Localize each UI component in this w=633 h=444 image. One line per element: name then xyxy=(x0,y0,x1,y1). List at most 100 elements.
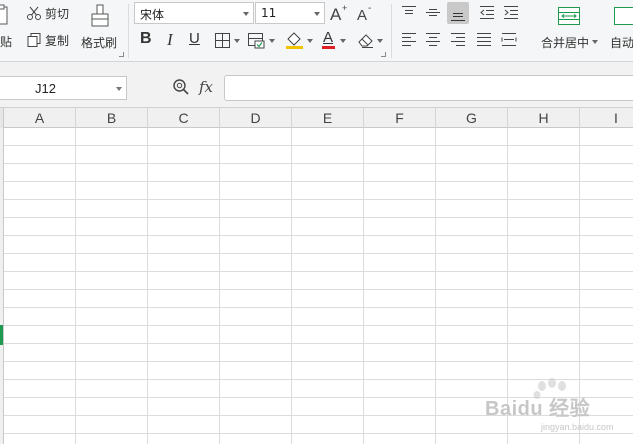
justify-icon xyxy=(477,33,491,46)
bold-glyph: B xyxy=(140,30,152,47)
font-color-button[interactable]: A xyxy=(320,29,348,50)
column-header-d[interactable]: D xyxy=(220,108,292,128)
clear-format-button[interactable] xyxy=(356,30,384,50)
name-box[interactable]: J12 xyxy=(0,76,127,100)
column-header-e[interactable]: E xyxy=(292,108,364,128)
column-gridline xyxy=(291,128,292,444)
increase-indent-button[interactable] xyxy=(501,2,521,22)
paint-bucket-icon xyxy=(286,32,303,49)
align-bottom-button[interactable] xyxy=(447,2,469,24)
chevron-down-icon xyxy=(269,39,275,43)
font-color-glyph: A xyxy=(323,29,334,46)
underline-glyph: U xyxy=(189,30,200,47)
scissors-icon xyxy=(27,6,41,20)
font-color-swatch xyxy=(322,46,335,49)
align-middle-icon xyxy=(426,9,440,16)
merge-center-label: 合并居中 xyxy=(541,36,590,50)
font-dialog-launcher[interactable] xyxy=(381,52,386,57)
merge-center-button[interactable]: 合并居中 xyxy=(538,2,600,56)
copy-button[interactable]: 复制 xyxy=(26,31,76,49)
font-size-value: 11 xyxy=(261,6,277,20)
eraser-icon xyxy=(358,34,373,48)
active-row-marker xyxy=(0,325,3,345)
column-header-row: A B C D E F G H I xyxy=(0,108,633,128)
column-header-a[interactable]: A xyxy=(4,108,76,128)
cut-label: 剪切 xyxy=(45,6,70,21)
column-header-c[interactable]: C xyxy=(148,108,220,128)
paste-label: 粘贴 xyxy=(0,35,13,49)
svg-text:A: A xyxy=(357,7,367,23)
align-left-icon xyxy=(402,33,416,46)
name-box-value: J12 xyxy=(35,81,56,96)
group-separator xyxy=(128,4,129,58)
indent-icon xyxy=(504,6,518,19)
paste-icon xyxy=(0,4,8,25)
paste-button[interactable]: 粘贴 xyxy=(0,2,16,58)
column-header-b[interactable]: B xyxy=(76,108,148,128)
font-name-value: 宋体 xyxy=(140,8,165,22)
zoom-search-icon[interactable] xyxy=(172,78,190,96)
chevron-down-icon xyxy=(307,39,313,43)
column-header-f[interactable]: F xyxy=(364,108,436,128)
cell-style-icon xyxy=(248,33,265,49)
watermark-text: Baidu 经验 xyxy=(485,398,591,420)
distributed-align-button[interactable] xyxy=(499,29,519,49)
column-gridline xyxy=(363,128,364,444)
align-right-button[interactable] xyxy=(448,29,468,49)
align-bottom-icon xyxy=(451,13,465,21)
chevron-down-icon xyxy=(592,40,598,44)
copy-label: 复制 xyxy=(45,33,70,48)
italic-button[interactable]: I xyxy=(161,30,181,50)
chevron-down-icon xyxy=(377,39,383,43)
fx-icon[interactable]: fx xyxy=(199,78,213,96)
group-separator xyxy=(391,4,392,58)
decrease-font-icon: A - xyxy=(357,3,371,24)
align-right-icon xyxy=(451,33,465,46)
column-gridline xyxy=(147,128,148,444)
format-painter-button[interactable]: 格式刷 xyxy=(80,2,120,54)
font-size-dropdown[interactable]: 11 xyxy=(255,2,325,24)
watermark-subtext: jingyan.baidu.com xyxy=(541,422,614,432)
merge-cells-icon xyxy=(558,7,580,25)
align-center-button[interactable] xyxy=(423,29,443,49)
cell-format-button[interactable] xyxy=(246,30,276,50)
column-header-g[interactable]: G xyxy=(436,108,508,128)
bold-button[interactable]: B xyxy=(136,30,156,50)
increase-font-size-button[interactable]: A + xyxy=(329,3,349,24)
justify-button[interactable] xyxy=(474,29,494,49)
wrap-text-icon xyxy=(614,7,633,25)
align-middle-button[interactable] xyxy=(423,2,443,22)
svg-text:A: A xyxy=(330,5,342,23)
copy-icon xyxy=(27,33,41,47)
svg-text:-: - xyxy=(368,3,371,14)
align-top-icon xyxy=(402,6,416,14)
align-left-button[interactable] xyxy=(399,29,419,49)
decrease-indent-button[interactable] xyxy=(477,2,497,22)
chevron-down-icon xyxy=(243,12,249,16)
auto-wrap-label: 自动 xyxy=(610,36,633,50)
borders-icon xyxy=(215,33,230,48)
formula-bar: J12 fx xyxy=(0,62,633,108)
auto-wrap-button[interactable]: 自动 xyxy=(604,2,633,56)
svg-text:+: + xyxy=(342,3,347,13)
fill-color-button[interactable] xyxy=(284,30,314,50)
cut-button[interactable]: 剪切 xyxy=(26,4,76,22)
column-gridline xyxy=(435,128,436,444)
ribbon-toolbar: 粘贴 剪切 复制 格式刷 宋体 11 xyxy=(0,0,633,62)
chevron-down-icon xyxy=(314,12,320,16)
borders-button[interactable] xyxy=(213,30,241,50)
column-header-i[interactable]: I xyxy=(580,108,633,128)
chevron-down-icon xyxy=(234,39,240,43)
column-gridline xyxy=(75,128,76,444)
italic-glyph: I xyxy=(167,30,173,49)
clipboard-dialog-launcher[interactable] xyxy=(119,52,124,57)
chevron-down-icon xyxy=(116,87,122,91)
increase-font-icon: A + xyxy=(330,3,347,24)
font-name-dropdown[interactable]: 宋体 xyxy=(134,2,254,24)
format-painter-label: 格式刷 xyxy=(81,36,118,50)
underline-button[interactable]: U xyxy=(185,30,205,50)
align-top-button[interactable] xyxy=(399,2,419,22)
decrease-font-size-button[interactable]: A - xyxy=(356,3,376,24)
formula-input[interactable] xyxy=(224,75,633,101)
column-header-h[interactable]: H xyxy=(508,108,580,128)
